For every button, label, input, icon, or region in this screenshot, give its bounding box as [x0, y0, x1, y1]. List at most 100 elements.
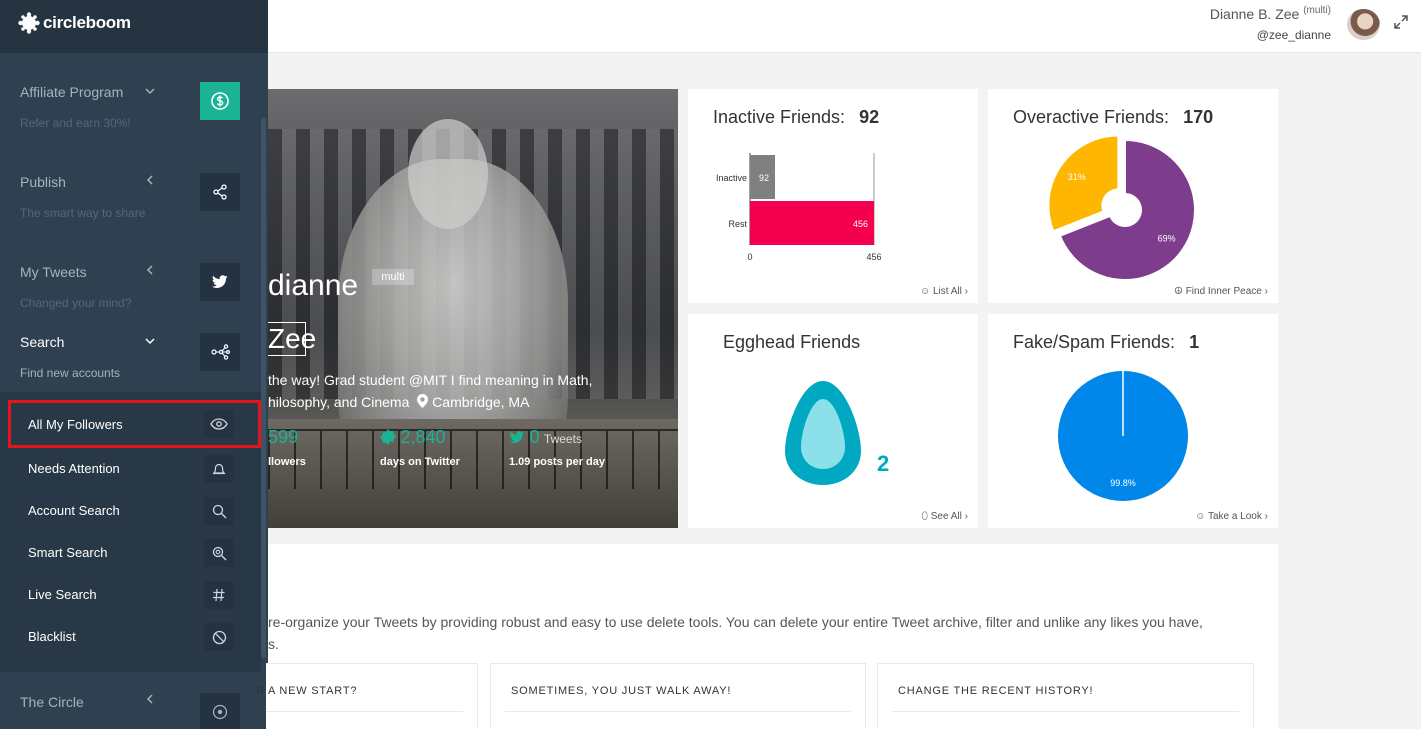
data-label: 456 — [853, 219, 868, 229]
sidebar-scrollbar[interactable] — [261, 118, 266, 658]
panel-title: CHANGE THE RECENT HISTORY! — [898, 685, 1094, 697]
sidebar-section-subtitle: Find new accounts — [20, 366, 121, 380]
take-a-look-link[interactable]: ☺ Take a Look › — [1195, 511, 1268, 522]
sidebar-item-account-search[interactable]: Account Search — [8, 490, 261, 532]
profile-bio: the way! Grad student @MIT I find meanin… — [268, 369, 668, 413]
spam-icon: ☺ — [1195, 511, 1206, 522]
divider — [505, 711, 851, 712]
stat-unit: Tweets — [543, 432, 582, 446]
profile-bio-line-2: hilosophy, and Cinema Cambridge, MA — [268, 391, 668, 413]
stat-value: 0 — [529, 427, 540, 447]
see-all-link[interactable]: ⬯ See All › — [922, 511, 968, 522]
category-label: Inactive — [716, 173, 747, 183]
sidebar-section-affiliate[interactable]: Affiliate Program Refer and earn 30%! — [0, 53, 261, 143]
badge-icon — [380, 429, 396, 445]
hash-icon — [204, 581, 234, 609]
sidebar-section-publish[interactable]: Publish The smart way to share — [0, 143, 261, 233]
profile-card: dianne multi Zee the way! Grad student @… — [268, 89, 678, 528]
profile-name: dianne — [268, 269, 359, 302]
sidebar-item-label: Needs Attention — [28, 461, 120, 476]
card-link-text: See All — [930, 511, 962, 522]
card-title-text: Inactive Friends: — [713, 107, 846, 127]
egg-small-icon: ⬯ — [921, 511, 928, 522]
sidebar-section-my-tweets[interactable]: My Tweets Changed your mind? — [0, 233, 261, 323]
description-line: re-organize your Tweets by providing rob… — [268, 614, 1203, 630]
stat-tweets: 0 Tweets 1.09 posts per day — [509, 427, 605, 468]
delete-tools-description: re-organize your Tweets by providing rob… — [268, 611, 1268, 655]
egghead-count: 2 — [877, 451, 890, 476]
profile-last-name: Zee — [268, 322, 317, 356]
sidebar-section-the-circle[interactable]: The Circle — [0, 672, 261, 729]
sidebar-item-blacklist[interactable]: Blacklist — [8, 616, 261, 658]
circleboom-logo[interactable]: circleboom — [18, 12, 131, 34]
stat-desc: days on Twitter — [380, 456, 460, 468]
sidebar-section-subtitle: Refer and earn 30%! — [20, 116, 131, 130]
card-count: 1 — [1189, 332, 1200, 352]
sidebar-item-all-my-followers[interactable]: All My Followers — [8, 400, 261, 448]
circle-icon[interactable] — [200, 693, 240, 729]
inactive-bar-chart: Inactive 92 Rest 456 0 456 — [716, 153, 882, 262]
twitter-bird-icon[interactable] — [200, 263, 240, 301]
walk-away-panel[interactable]: SOMETIMES, YOU JUST WALK AWAY! — [490, 663, 866, 729]
new-start-panel[interactable]: R A NEW START? — [256, 663, 478, 729]
card-title: Egghead Friends — [723, 332, 861, 352]
sidebar-item-label: Account Search — [28, 503, 120, 518]
network-icon[interactable] — [200, 333, 240, 371]
sidebar-item-label: Blacklist — [28, 629, 76, 644]
sidebar-item-smart-search[interactable]: Smart Search — [8, 532, 261, 574]
sidebar-section-title: Search — [20, 334, 65, 350]
tick-label: 0 — [747, 252, 752, 262]
chevron-right-icon: › — [1264, 511, 1268, 522]
card-title-text: Overactive Friends: — [1013, 107, 1170, 127]
stat-value: 2,840 — [400, 427, 446, 447]
card-link-text: Find Inner Peace — [1185, 286, 1262, 297]
peace-icon: ☮ — [1173, 286, 1183, 297]
find-inner-peace-link[interactable]: ☮ Find Inner Peace › — [1174, 286, 1268, 297]
card-count: 170 — [1183, 107, 1214, 127]
sidebar-item-label: Smart Search — [28, 545, 108, 560]
user-handle: @zee_dianne — [1256, 28, 1331, 42]
stat-value: 599 — [268, 427, 299, 447]
stat-desc: 1.09 posts per day — [509, 456, 605, 468]
dollar-circle-icon[interactable] — [200, 82, 240, 120]
fake-spam-friends-card: Fake/Spam Friends: 1 99.8% ☺ Take a Look … — [988, 314, 1278, 528]
sidebar: circleboom Affiliate Program Refer and e… — [0, 0, 268, 729]
tick-label: 456 — [866, 252, 881, 262]
twitter-bird-icon — [509, 431, 524, 444]
divider — [892, 711, 1239, 712]
card-link-text: Take a Look — [1207, 511, 1262, 522]
card-title: Overactive Friends: 170 — [1013, 107, 1213, 128]
expand-icon[interactable] — [1394, 15, 1410, 31]
sidebar-item-label: Live Search — [28, 587, 97, 602]
avatar[interactable] — [1347, 9, 1380, 40]
slice-label: 31% — [1068, 172, 1086, 182]
logo-bar: circleboom — [0, 0, 268, 53]
card-title-text: Fake/Spam Friends: — [1013, 332, 1176, 352]
chevron-right-icon: › — [964, 286, 968, 297]
card-link-text: List All — [932, 286, 962, 297]
share-icon[interactable] — [200, 173, 240, 211]
recent-history-panel[interactable]: CHANGE THE RECENT HISTORY! — [877, 663, 1254, 729]
sidebar-item-needs-attention[interactable]: Needs Attention — [8, 448, 261, 490]
chevron-down-icon — [145, 336, 155, 348]
sidebar-section-title: The Circle — [20, 694, 84, 710]
profile-bio-line: the way! Grad student @MIT I find meanin… — [268, 372, 593, 388]
smile-icon: ☺ — [919, 286, 931, 297]
statue-head — [408, 119, 488, 229]
zoom-search-icon — [204, 539, 234, 567]
card-title: Fake/Spam Friends: 1 — [1013, 332, 1199, 353]
fence — [268, 429, 678, 489]
egghead-friends-card: Egghead Friends 2 ⬯ See All › — [688, 314, 978, 528]
category-label: Rest — [728, 219, 747, 229]
sidebar-item-live-search[interactable]: Live Search — [8, 574, 261, 616]
sidebar-section-subtitle: Changed your mind? — [20, 296, 132, 310]
card-title: Inactive Friends: 92 — [713, 107, 879, 128]
description-line: s. — [268, 636, 279, 652]
panel-title: SOMETIMES, YOU JUST WALK AWAY! — [511, 685, 732, 697]
divider — [266, 711, 463, 712]
list-all-link[interactable]: ☺ List All › — [920, 286, 968, 297]
slice-label: 69% — [1158, 233, 1176, 243]
sidebar-section-search[interactable]: Search Find new accounts — [0, 313, 261, 393]
user-name[interactable]: Dianne B. Zee (multi) — [1210, 5, 1331, 22]
inactive-friends-card: Inactive Friends: 92 Inactive 92 Rest 456 0 45… — [688, 89, 978, 303]
